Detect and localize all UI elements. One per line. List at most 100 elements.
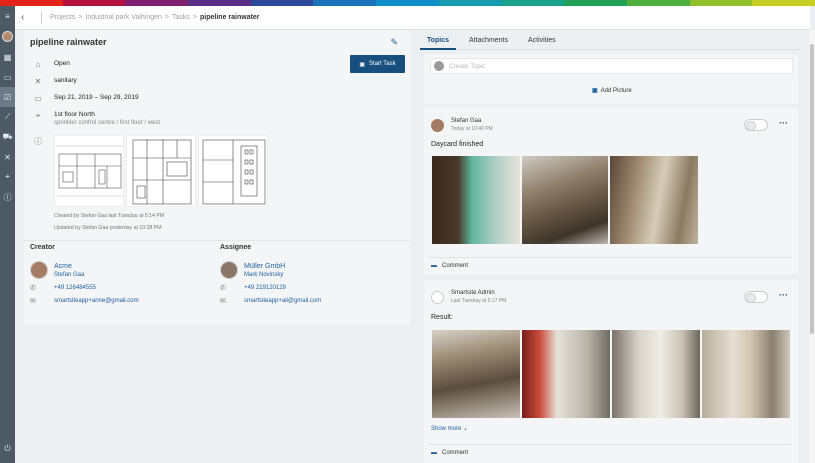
- chevron-left-icon[interactable]: ‹: [21, 12, 33, 23]
- add-picture-button[interactable]: ▣ Add Picture: [592, 87, 632, 94]
- assignee-heading: Assignee: [220, 244, 252, 251]
- breadcrumb-separator: >: [164, 14, 170, 21]
- side-rail: ≡ ▦ ▭ ☑ ⟋ ⛟ ✕ ⌖ ⓘ ⏻: [0, 6, 15, 463]
- divider: [429, 257, 791, 258]
- more-icon[interactable]: ···: [779, 290, 788, 300]
- updated-meta: Updated by Stefan Gaa yesterday at 10:28…: [54, 225, 162, 231]
- status-row: ⌂ Open: [33, 60, 70, 69]
- breadcrumb-item-project[interactable]: Industrial park Vaihingen: [85, 14, 162, 21]
- post-toggle[interactable]: [744, 119, 768, 131]
- comment-icon: ▬: [431, 450, 437, 456]
- assignee-phone-row: ✆ +49 219120129: [220, 284, 394, 292]
- assignee-email-row: ✉ smartsiteapp+ali@gmail.com: [220, 297, 394, 305]
- breadcrumb-separator: >: [192, 14, 198, 21]
- photo[interactable]: [610, 156, 698, 244]
- home-icon: ⌂: [35, 60, 41, 69]
- comment-button[interactable]: ▬ Comment: [431, 263, 468, 269]
- creator-name[interactable]: Stefan Gaa: [54, 272, 84, 278]
- topic-post: Smartsite Admin Last Tuesday at 5:17 PM …: [424, 280, 798, 463]
- mail-icon: ✉: [220, 298, 226, 305]
- creator-email[interactable]: smartsiteapp+anne@gmail.com: [54, 298, 139, 304]
- topic-post: Stefan Gaa Today at 10:40 PM ··· Daycard…: [424, 108, 798, 274]
- breadcrumb-item-tasks[interactable]: Tasks: [172, 14, 190, 21]
- info-icon: ⓘ: [34, 137, 42, 146]
- post-author: Smartsite Admin: [451, 290, 495, 296]
- chevron-down-icon: ⌄: [463, 426, 469, 432]
- avatar[interactable]: [2, 31, 13, 42]
- photo[interactable]: [702, 330, 790, 418]
- menu-icon[interactable]: ≡: [0, 6, 15, 26]
- avatar: [30, 261, 48, 279]
- task-details-panel: pipeline rainwater ✎ ▣ Start Task ⌂ Open…: [24, 30, 410, 324]
- tools-icon[interactable]: ✕: [0, 147, 15, 167]
- show-more-label: Show more: [431, 426, 462, 432]
- location-pin-icon: ⌖: [35, 111, 41, 120]
- created-meta: Created by Stefan Gaa last Tuesday at 5:…: [54, 213, 165, 219]
- photo[interactable]: [432, 330, 520, 418]
- tab-activities[interactable]: Activities: [521, 30, 563, 50]
- creator-phone[interactable]: +49 126484555: [54, 285, 96, 291]
- comment-button[interactable]: ▬ Comment: [431, 450, 468, 456]
- post-photos: [432, 156, 698, 244]
- show-more-link[interactable]: Show more ⌄: [431, 425, 468, 432]
- location-row: ⌖ 1st floor North sprinkler control cent…: [33, 111, 160, 126]
- add-picture-label: Add Picture: [600, 88, 632, 94]
- post-toggle[interactable]: [744, 291, 768, 303]
- floor-plan-image[interactable]: [54, 135, 124, 207]
- date-row: ▭ Sep 21, 2019 – Sep 29, 2019: [33, 94, 139, 103]
- image-icon: ▣: [592, 88, 598, 94]
- location-text: 1st floor North: [54, 111, 95, 118]
- post-author: Stefan Gaa: [451, 118, 482, 124]
- create-topic-input[interactable]: Create Topic: [430, 58, 793, 74]
- breadcrumb-item-projects[interactable]: Projects: [50, 14, 75, 21]
- tools-icon: ✕: [34, 77, 42, 86]
- logout-icon[interactable]: ⏻: [0, 439, 15, 459]
- comment-label: Comment: [442, 450, 469, 456]
- folder-icon[interactable]: ▭: [0, 67, 15, 87]
- status-text: Open: [54, 60, 70, 67]
- creator-email-row: ✉ smartsiteapp+anne@gmail.com: [30, 297, 204, 305]
- creator-heading: Creator: [30, 244, 55, 251]
- assignee-phone[interactable]: +49 219120129: [244, 285, 286, 291]
- calendar-icon: ▭: [34, 94, 42, 103]
- edit-icon[interactable]: ✎: [390, 37, 398, 48]
- breadcrumb: ‹ Projects > Industrial park Vaihingen >…: [15, 6, 810, 30]
- comment-icon: ▬: [431, 263, 437, 269]
- date-range: Sep 21, 2019 – Sep 29, 2019: [54, 94, 139, 101]
- post-photos: [432, 330, 790, 418]
- photo[interactable]: [522, 330, 610, 418]
- trade-row: ✕ sanitary: [33, 77, 77, 86]
- create-topic-placeholder: Create Topic: [449, 62, 486, 70]
- assignee-name[interactable]: Mark Novinsky: [244, 272, 285, 278]
- creator-company[interactable]: Acme: [54, 263, 84, 270]
- photo[interactable]: [612, 330, 700, 418]
- comment-label: Comment: [442, 263, 469, 269]
- tab-bar: Topics Attachments Activities: [420, 30, 800, 50]
- dashboard-icon[interactable]: ▦: [0, 47, 15, 67]
- info-icon[interactable]: ⓘ: [0, 187, 15, 207]
- avatar: [431, 290, 444, 304]
- photo[interactable]: [432, 156, 520, 244]
- breadcrumb-separator: >: [78, 14, 83, 21]
- location-icon[interactable]: ⌖: [0, 167, 15, 187]
- more-icon[interactable]: ···: [779, 118, 788, 128]
- chart-icon[interactable]: ⟋: [0, 107, 15, 127]
- assignee-company[interactable]: Müller GmbH: [244, 263, 285, 270]
- checklist-icon[interactable]: ☑: [0, 87, 15, 107]
- vehicle-icon[interactable]: ⛟: [0, 127, 15, 147]
- assignee-person: Müller GmbH Mark Novinsky: [220, 261, 394, 279]
- new-topic-card: Create Topic ▣ Add Picture: [424, 54, 798, 104]
- trade-text: sanitary: [54, 77, 77, 84]
- floor-plan-image[interactable]: [198, 135, 268, 207]
- assignee-email[interactable]: smartsiteapp+ali@gmail.com: [244, 298, 321, 304]
- start-task-button[interactable]: ▣ Start Task: [350, 55, 405, 73]
- avatar: [220, 261, 238, 279]
- floor-plan-image[interactable]: [126, 135, 196, 207]
- phone-icon: ✆: [30, 285, 36, 292]
- info-row: ⓘ: [33, 136, 43, 147]
- scrollbar[interactable]: [809, 30, 815, 463]
- tab-topics[interactable]: Topics: [420, 30, 457, 50]
- scrollbar-thumb[interactable]: [810, 44, 814, 334]
- photo[interactable]: [522, 156, 608, 244]
- tab-attachments[interactable]: Attachments: [462, 30, 515, 50]
